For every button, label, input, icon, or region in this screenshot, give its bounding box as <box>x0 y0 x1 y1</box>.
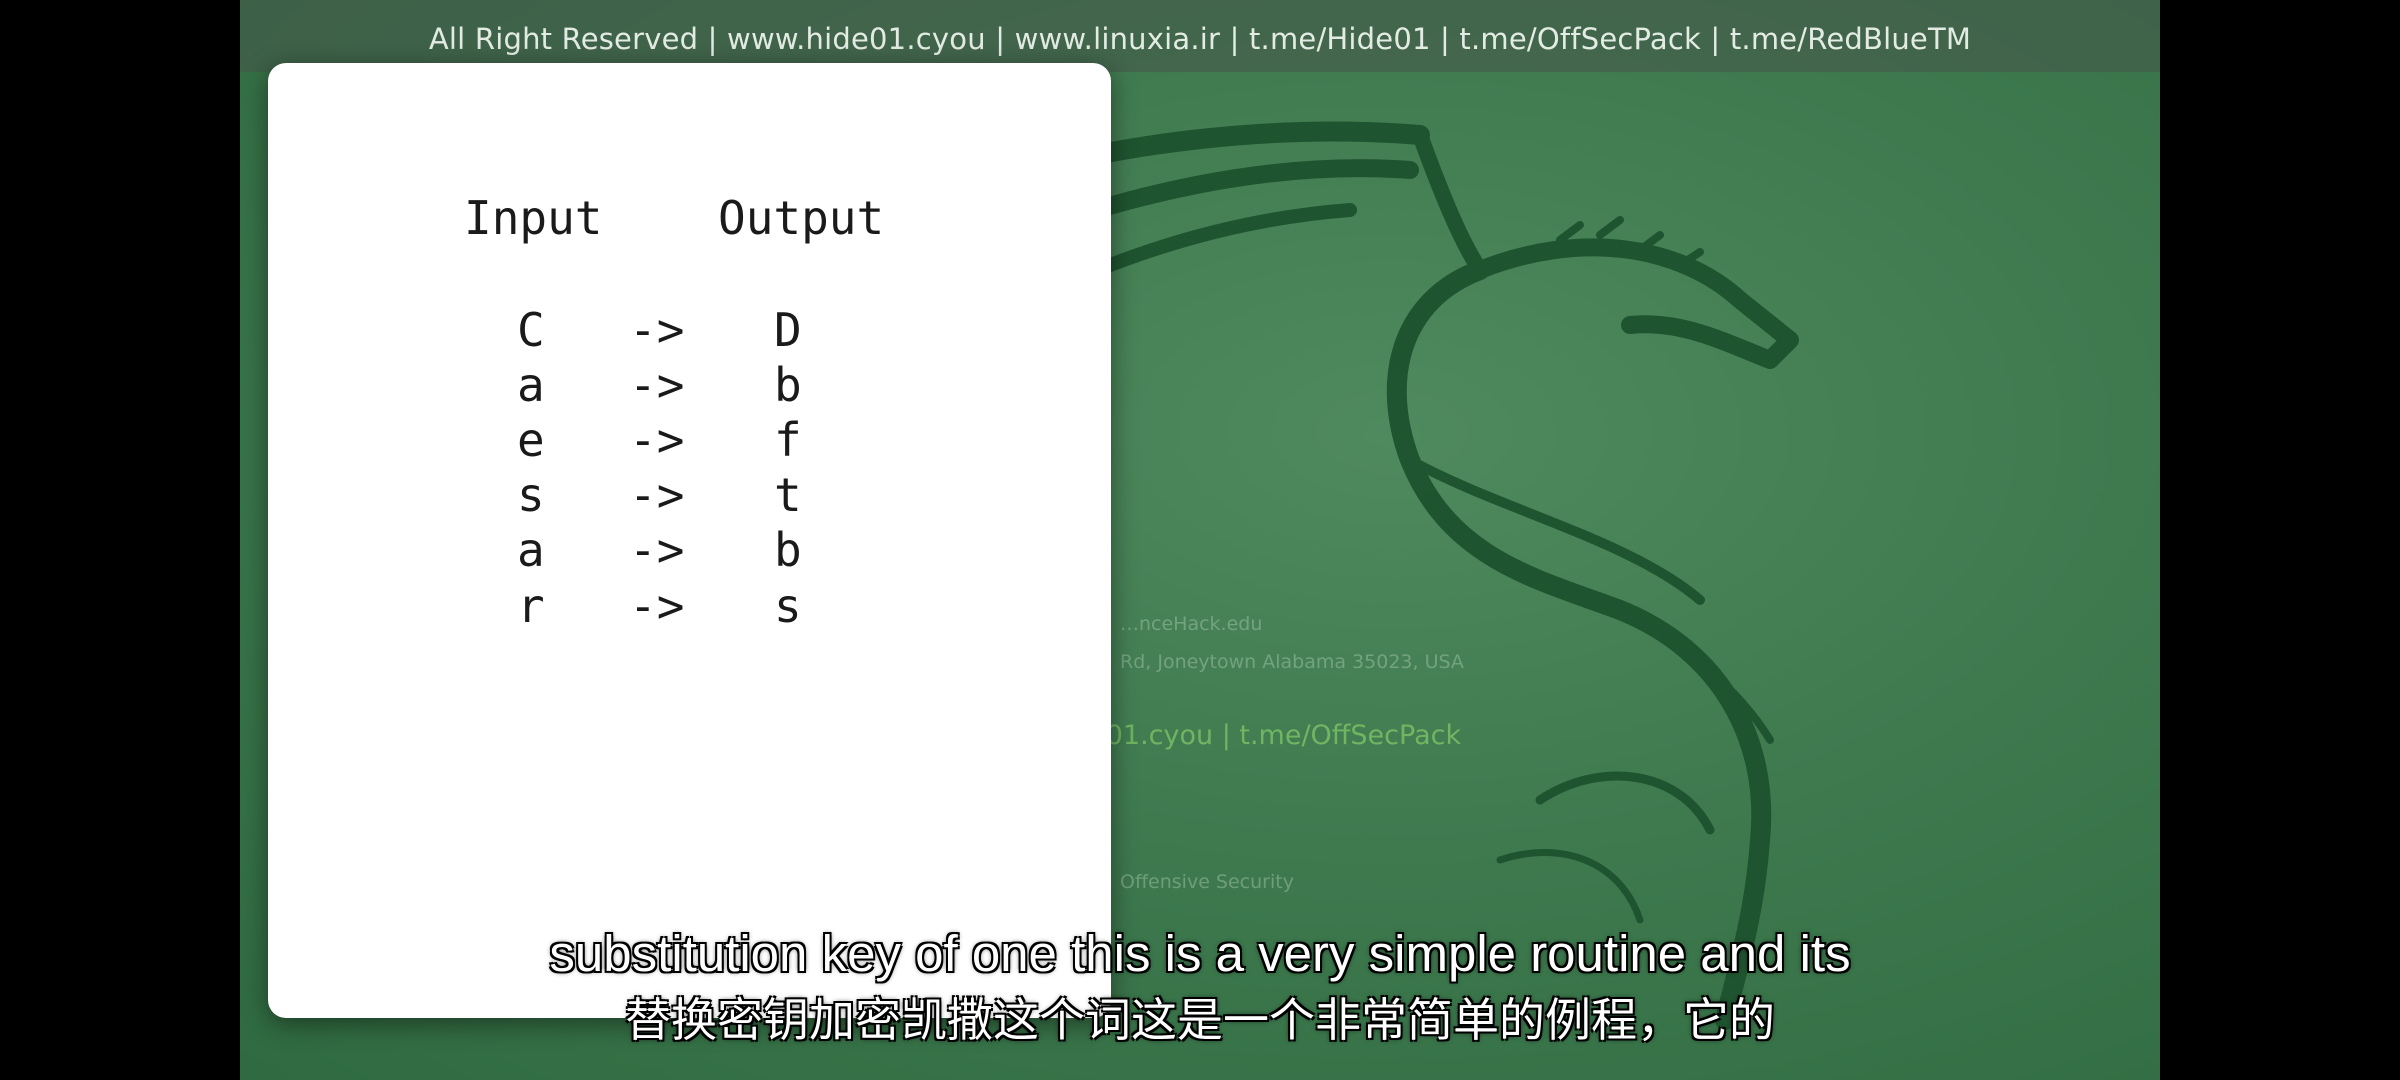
watermark-faint-line-2: Rd, Joneytown Alabama 35023, USA <box>1120 651 1464 673</box>
watermark-faint-line-3: Offensive Security <box>1120 871 1294 893</box>
output-char: D <box>774 303 802 357</box>
arrow-symbol: -> <box>629 523 685 577</box>
mapping-row: C -> D <box>268 303 1111 359</box>
arrow-symbol: -> <box>629 468 685 522</box>
copyright-banner-text: All Right Reserved | www.hide01.cyou | w… <box>428 22 1972 56</box>
arrow-symbol: -> <box>629 579 685 633</box>
output-header: Output <box>718 191 885 245</box>
watermark-faint-line-1: …nceHack.edu <box>1120 613 1263 635</box>
output-char: b <box>774 523 802 577</box>
arrow-symbol: -> <box>629 303 685 357</box>
mapping-row: a -> b <box>268 523 1111 579</box>
mapping-row: s -> t <box>268 468 1111 524</box>
top-banner: All Right Reserved | www.hide01.cyou | w… <box>240 0 2160 72</box>
arrow-symbol: -> <box>629 358 685 412</box>
subtitle-english: substitution key of one this is a very s… <box>549 925 1851 982</box>
mapping-row: r -> s <box>268 579 1111 635</box>
arrow-symbol: -> <box>629 413 685 467</box>
output-char: s <box>774 579 802 633</box>
slide-card: Input Output C -> D a -> b e -> f s -> t <box>268 63 1111 1018</box>
output-char: t <box>774 468 802 522</box>
input-char: r <box>517 579 545 633</box>
video-player[interactable]: All Right Reserved | www.hide01.cyou | w… <box>0 0 2400 1080</box>
mapping-row: a -> b <box>268 358 1111 414</box>
mapping-row: e -> f <box>268 413 1111 469</box>
input-header: Input <box>464 191 603 245</box>
input-char: s <box>517 468 545 522</box>
video-frame: All Right Reserved | www.hide01.cyou | w… <box>240 0 2160 1080</box>
output-char: f <box>774 413 802 467</box>
input-char: a <box>517 358 545 412</box>
output-char: b <box>774 358 802 412</box>
subtitle-chinese: 替换密钥加密凯撒这个词这是一个非常简单的例程，它的 <box>625 993 1775 1047</box>
input-char: e <box>517 413 545 467</box>
input-char: a <box>517 523 545 577</box>
input-char: C <box>517 303 545 357</box>
